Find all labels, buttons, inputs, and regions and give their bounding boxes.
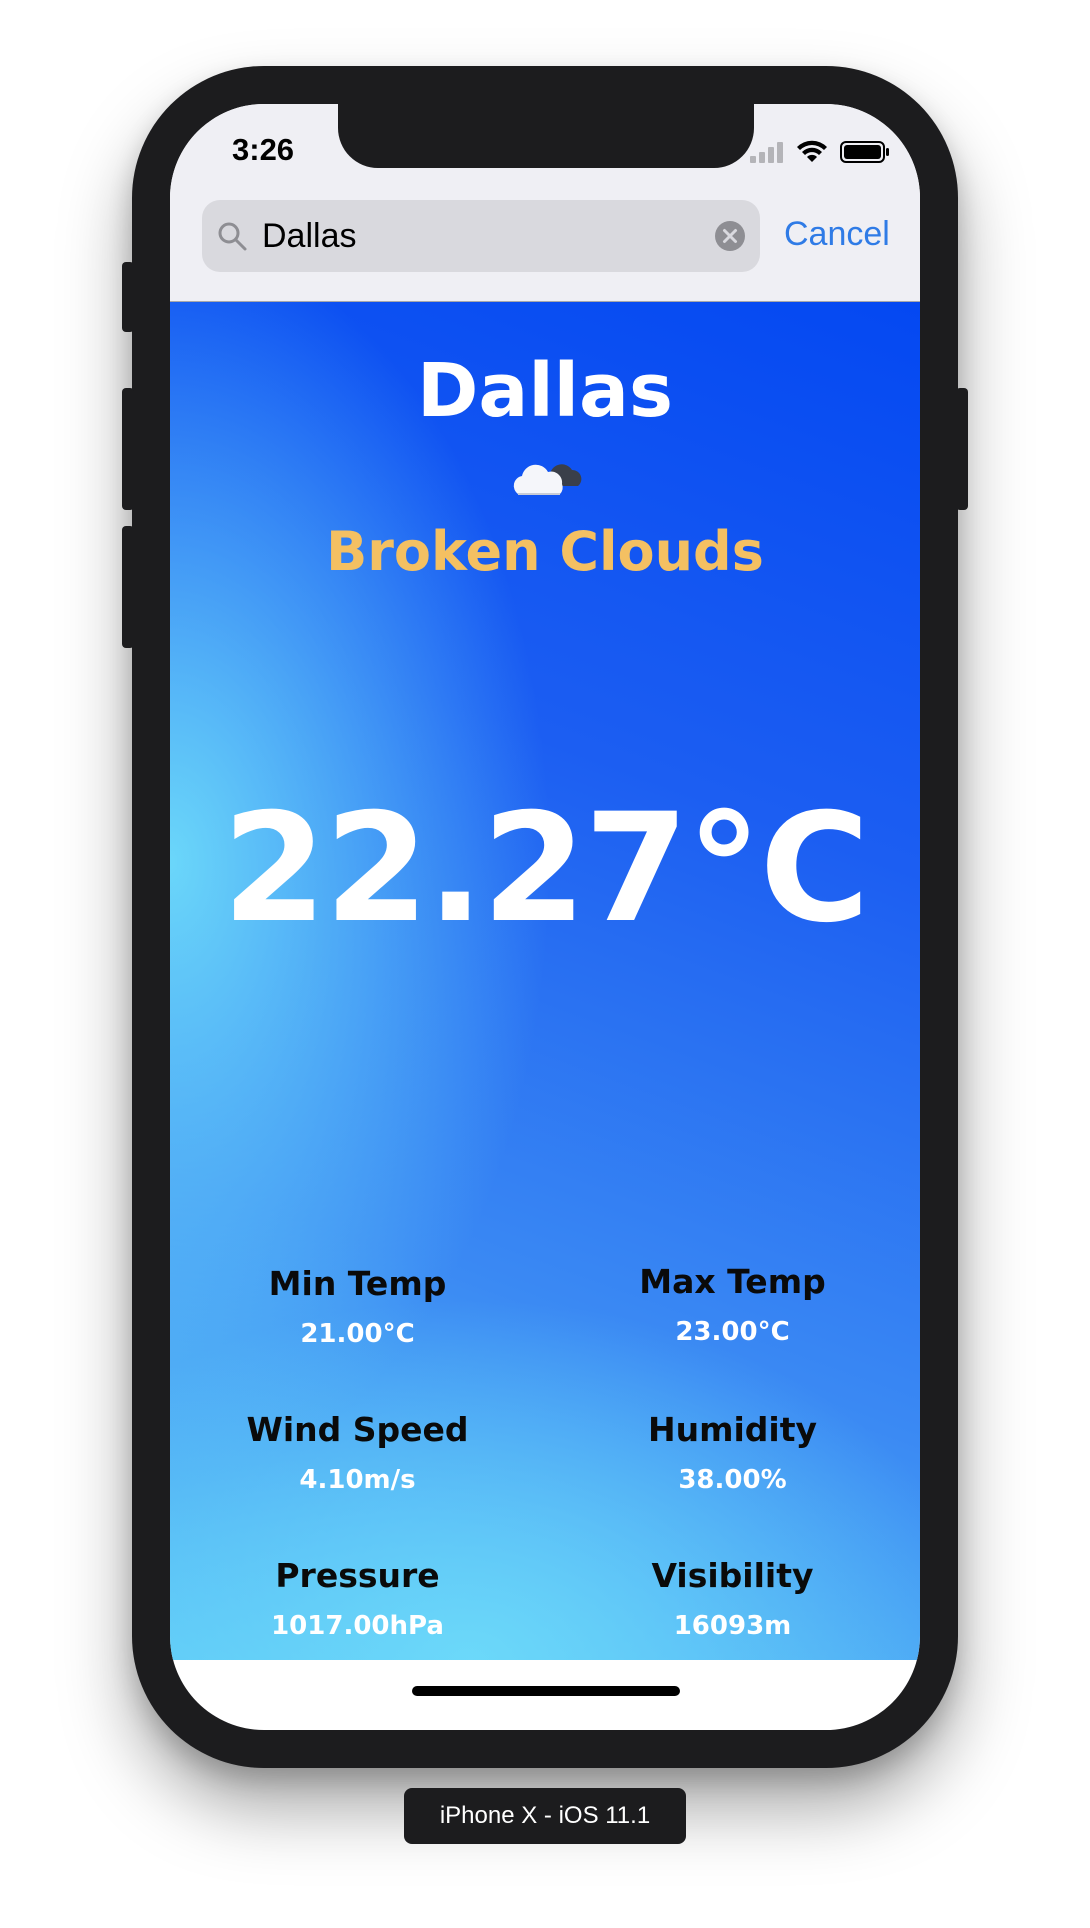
wifi-icon: [797, 140, 827, 162]
stat-pressure: Pressure 1017.00hPa: [170, 1556, 545, 1641]
weather-description: Broken Clouds: [326, 520, 764, 583]
stat-label: Pressure: [275, 1556, 440, 1595]
search-icon: [218, 222, 247, 251]
stat-value: 21.00°C: [300, 1319, 415, 1349]
phone-screen: 3:26 Dallas Cancel Dallas Broken Clouds …: [170, 104, 920, 1730]
stat-label: Wind Speed: [246, 1410, 469, 1449]
home-indicator[interactable]: [412, 1686, 680, 1696]
stat-value: 1017.00hPa: [271, 1611, 444, 1641]
volume-down-button: [122, 526, 134, 648]
status-time: 3:26: [232, 132, 295, 167]
stat-visibility: Visibility 16093m: [545, 1556, 920, 1641]
power-button: [956, 388, 968, 510]
stat-label: Max Temp: [639, 1262, 826, 1301]
weather-panel: Dallas Broken Clouds 22.27°C Min Temp 21…: [170, 302, 920, 1660]
status-icons: [750, 140, 890, 164]
stat-value: 38.00%: [678, 1465, 787, 1495]
stat-value: 16093m: [673, 1611, 792, 1641]
search-input-value[interactable]: Dallas: [262, 214, 356, 258]
notch: [338, 104, 754, 168]
volume-up-button: [122, 388, 134, 510]
stat-label: Humidity: [647, 1410, 818, 1449]
search-input[interactable]: Dallas: [202, 200, 760, 272]
device-caption: iPhone X - iOS 11.1: [404, 1788, 686, 1844]
city-name: Dallas: [416, 348, 674, 434]
stat-label: Visibility: [651, 1556, 814, 1595]
stat-value: 23.00°C: [675, 1317, 790, 1347]
stat-humidity: Humidity 38.00%: [545, 1410, 920, 1495]
stat-min-temp: Min Temp 21.00°C: [170, 1264, 545, 1349]
cellular-signal-icon: [750, 142, 783, 163]
stat-wind-speed: Wind Speed 4.10m/s: [170, 1410, 545, 1495]
silent-switch: [122, 262, 134, 332]
battery-icon: [840, 141, 889, 163]
cancel-button[interactable]: Cancel: [784, 212, 890, 256]
stat-max-temp: Max Temp 23.00°C: [545, 1262, 920, 1347]
stat-label: Min Temp: [268, 1264, 447, 1303]
clear-icon[interactable]: [714, 220, 746, 252]
simulator-stage: 3:26 Dallas Cancel Dallas Broken Clouds …: [0, 0, 1090, 1928]
broken-clouds-icon: [513, 464, 582, 495]
stat-value: 4.10m/s: [299, 1465, 416, 1495]
current-temperature: 22.27°C: [222, 782, 870, 956]
